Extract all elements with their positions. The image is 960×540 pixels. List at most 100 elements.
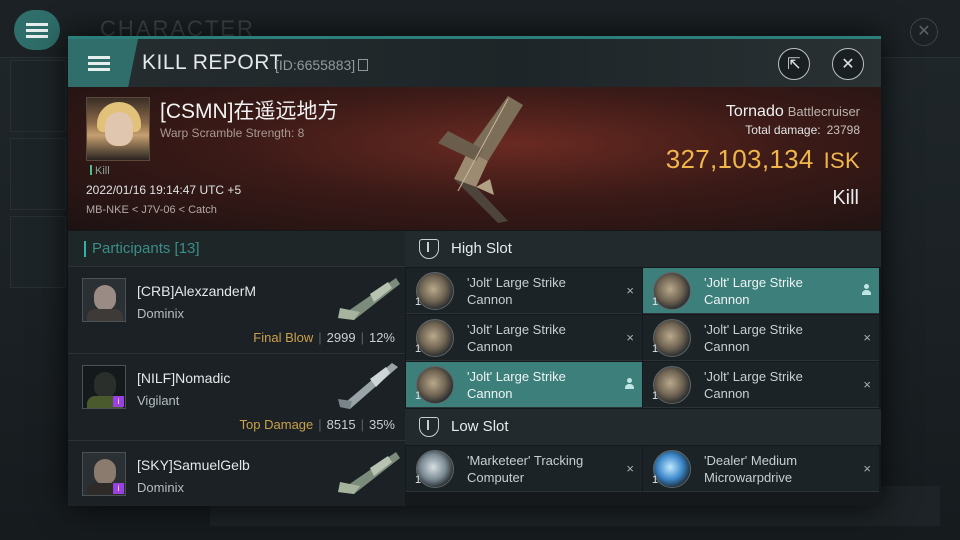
stats-separator: | [360, 330, 364, 345]
participants-panel: Participants [13] [CRB]AlexzanderM Domin… [68, 231, 405, 506]
victim-avatar[interactable] [86, 97, 150, 161]
background-close-icon[interactable]: ✕ [910, 18, 938, 46]
kill-report-modal: KILL REPORT [ID:6655883] ⇱ ✕ [CSMN]在遥远地方… [68, 36, 881, 506]
high-slot-icon [419, 239, 439, 259]
ship-type[interactable]: Tornado Battlecruiser [726, 103, 860, 121]
module-quantity: 1 [652, 474, 659, 486]
participant-name[interactable]: [SKY]SamuelGelb [137, 457, 250, 473]
background-sidebar [10, 60, 66, 530]
kill-datetime: 2022/01/16 19:14:47 UTC +5 [86, 183, 242, 197]
background-sidebar-menu-button[interactable] [10, 60, 66, 132]
participant-ship: Vigilant [137, 393, 180, 408]
participant-percent: 12% [368, 330, 395, 345]
total-damage-value: 23798 [826, 123, 860, 137]
module-item[interactable]: 1 'Marketeer' Tracking Computer × [406, 446, 642, 492]
background-menu-button[interactable] [14, 10, 60, 50]
victim-summary: [CSMN]在遥远地方 Warp Scramble Strength: 8 Ki… [68, 87, 881, 230]
avatar-head [94, 459, 116, 485]
menu-button[interactable] [68, 39, 138, 87]
participant-row[interactable]: i [NILF]Nomadic Vigilant Top Damage | 8515… [68, 355, 405, 441]
destroyed-icon: × [626, 283, 634, 298]
hamburger-line [88, 61, 110, 65]
large-strike-cannon-icon [416, 272, 454, 310]
share-icon: ⇱ [787, 56, 801, 73]
microwarpdrive-icon [653, 450, 691, 488]
kill-location: MB-NKE < J7V-06 < Catch [86, 204, 217, 216]
victim-name[interactable]: [CSMN]在遥远地方 [160, 95, 339, 125]
module-quantity: 1 [652, 296, 659, 308]
large-strike-cannon-icon [416, 319, 454, 357]
menu-icon [26, 22, 48, 26]
module-item[interactable]: 1 'Jolt' Large Strike Cannon × [406, 315, 642, 361]
module-name: 'Jolt' Large Strike Cannon [467, 322, 566, 354]
participant-avatar[interactable]: i [82, 365, 126, 409]
destroyed-icon: × [626, 461, 634, 476]
participant-ship: Dominix [137, 306, 184, 321]
participants-accent [84, 241, 86, 257]
participants-header: Participants [13] [68, 231, 405, 267]
final-blow-tag: Final Blow [253, 330, 314, 345]
warp-scramble-strength: Warp Scramble Strength: 8 [160, 126, 305, 140]
dropped-pilot-icon [625, 377, 634, 392]
tornado-ship-image[interactable] [428, 91, 538, 226]
alpha-badge-icon: i [113, 396, 124, 407]
participant-row[interactable]: [CRB]AlexzanderM Dominix Final Blow | 2999… [68, 268, 405, 354]
module-name: 'Jolt' Large Strike Cannon [467, 275, 566, 307]
hamburger-line [88, 55, 110, 59]
module-name: 'Jolt' Large Strike Cannon [467, 369, 566, 401]
dominix-ship-image [338, 278, 400, 320]
top-damage-tag: Top Damage [239, 417, 314, 432]
close-button[interactable]: ✕ [832, 48, 864, 80]
module-quantity: 1 [652, 390, 659, 402]
vigilant-ship-image [338, 363, 398, 409]
stats-separator: | [318, 330, 322, 345]
report-id[interactable]: [ID:6655883] [275, 57, 369, 73]
menu-icon-line [26, 28, 48, 32]
background-sidebar-combat-button[interactable] [10, 138, 66, 210]
module-quantity: 1 [415, 390, 422, 402]
destroyed-icon: × [626, 330, 634, 345]
hamburger-line [88, 67, 110, 71]
large-strike-cannon-icon [653, 366, 691, 404]
participant-avatar[interactable]: i [82, 452, 126, 496]
high-slot-title: High Slot [451, 240, 512, 257]
participant-avatar[interactable] [82, 278, 126, 322]
kill-tag-label: Kill [95, 165, 110, 177]
share-button[interactable]: ⇱ [778, 48, 810, 80]
isk-amount: 327,103,134 [665, 144, 814, 174]
module-item[interactable]: 1 'Jolt' Large Strike Cannon × [643, 315, 879, 361]
module-name: 'Jolt' Large Strike Cannon [704, 322, 803, 354]
low-slot-icon [419, 417, 439, 437]
result-label: Kill [832, 187, 859, 209]
copy-icon[interactable] [358, 59, 369, 71]
pilot-icon [862, 284, 871, 295]
module-item[interactable]: 1 'Jolt' Large Strike Cannon [643, 268, 879, 314]
participant-stats: Final Blow | 2999 | 12% [253, 330, 395, 345]
isk-unit: ISK [823, 148, 860, 173]
module-quantity: 1 [652, 343, 659, 355]
module-item[interactable]: 1 'Jolt' Large Strike Cannon × [406, 268, 642, 314]
large-strike-cannon-icon [653, 319, 691, 357]
report-id-text: [ID:6655883] [275, 57, 356, 73]
module-quantity: 1 [415, 343, 422, 355]
module-item[interactable]: 1 'Dealer' Medium Microwarpdrive × [643, 446, 879, 492]
tracking-computer-icon [416, 450, 454, 488]
pilot-icon [625, 378, 634, 389]
ship-class: Battlecruiser [787, 104, 860, 119]
large-strike-cannon-icon [416, 366, 454, 404]
participant-ship: Dominix [137, 480, 184, 495]
participants-title: Participants [13] [92, 240, 200, 257]
module-name: 'Dealer' Medium Microwarpdrive [704, 453, 798, 485]
fitting-panel: High Slot 1 'Jolt' Large Strike Cannon ×… [405, 231, 881, 506]
hamburger-icon [88, 53, 110, 74]
kill-tag-bar [90, 165, 92, 175]
module-item[interactable]: 1 'Jolt' Large Strike Cannon [406, 362, 642, 408]
destroyed-icon: × [863, 461, 871, 476]
participant-row[interactable]: i [SKY]SamuelGelb Dominix [68, 442, 405, 506]
menu-icon-line [26, 34, 48, 38]
participant-name[interactable]: [CRB]AlexzanderM [137, 283, 256, 299]
module-item[interactable]: 1 'Jolt' Large Strike Cannon × [643, 362, 879, 408]
destroyed-icon: × [863, 377, 871, 392]
background-sidebar-star-button[interactable] [10, 216, 66, 288]
participant-name[interactable]: [NILF]Nomadic [137, 370, 230, 386]
